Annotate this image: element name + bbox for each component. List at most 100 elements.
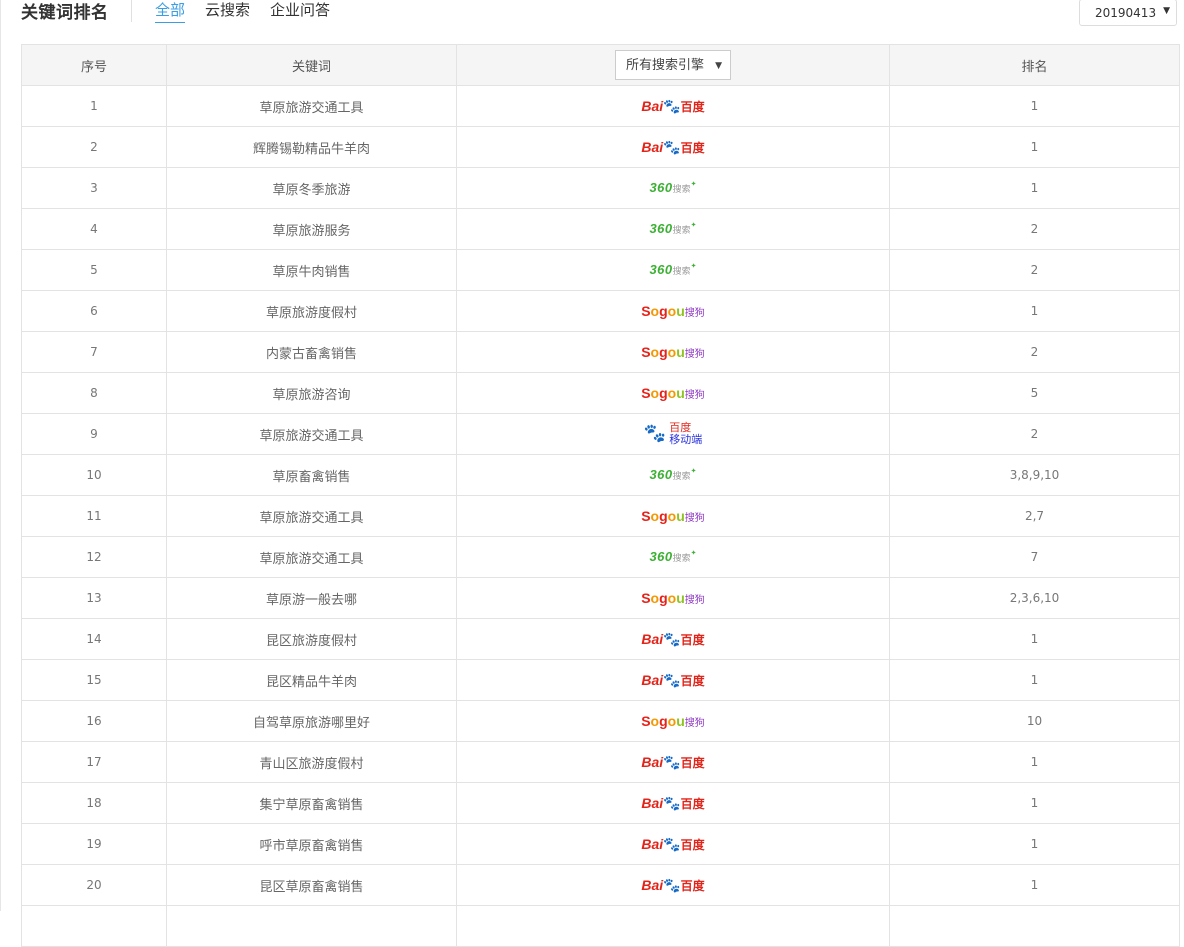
row-engine-cell: Bai🐾百度 <box>456 782 890 824</box>
row-rank-cell: 2 <box>889 249 1180 291</box>
sogou-logo: Sogou搜狗 <box>641 343 705 360</box>
360-search-logo: 360搜索✦ <box>649 467 697 482</box>
table-row: 10 草原畜禽销售 360搜索✦ 3,8,9,10 <box>21 454 1180 496</box>
sogou-logo: Sogou搜狗 <box>641 507 705 524</box>
row-engine-cell: Sogou搜狗 <box>456 495 890 537</box>
column-header-rank: 排名 <box>889 44 1180 86</box>
table-row: 8 草原旅游咨询 Sogou搜狗 5 <box>21 372 1180 414</box>
row-index-cell: 10 <box>21 454 167 496</box>
sogou-logo: Sogou搜狗 <box>641 384 705 401</box>
table-header-row: 序号 关键词 所有搜索引擎 ▼ 排名 <box>21 44 1180 86</box>
row-index-cell: 12 <box>21 536 167 578</box>
row-index-cell: 1 <box>21 85 167 127</box>
sogou-logo: Sogou搜狗 <box>641 589 705 606</box>
row-rank-cell: 3,8,9,10 <box>889 454 1180 496</box>
baidu-paw-icon: 🐾 <box>663 139 681 156</box>
row-engine-cell: 360搜索✦ <box>456 208 890 250</box>
caret-down-icon: ▼ <box>1163 6 1170 16</box>
360-star-icon: ✦ <box>690 221 697 229</box>
row-rank-cell: 2 <box>889 413 1180 455</box>
baidu-logo: Bai🐾百度 <box>641 794 705 812</box>
title-divider <box>131 0 132 22</box>
row-index-cell: 18 <box>21 782 167 824</box>
row-index-cell: 19 <box>21 823 167 865</box>
table-row: 4 草原旅游服务 360搜索✦ 2 <box>21 208 1180 250</box>
table-row: 1 草原旅游交通工具 Bai🐾百度 1 <box>21 85 1180 127</box>
row-keyword-cell: 草原冬季旅游 <box>166 167 457 209</box>
row-index-cell: 17 <box>21 741 167 783</box>
row-keyword-cell: 辉腾锡勒精品牛羊肉 <box>166 126 457 168</box>
360-search-logo: 360搜索✦ <box>649 549 697 564</box>
row-index-cell: 11 <box>21 495 167 537</box>
baidu-logo: Bai🐾百度 <box>641 835 705 853</box>
360-star-icon: ✦ <box>690 467 697 475</box>
row-rank-cell: 7 <box>889 536 1180 578</box>
row-rank-cell: 1 <box>889 85 1180 127</box>
date-select[interactable]: 20190413 ▼ <box>1079 0 1177 26</box>
row-keyword-cell: 自驾草原旅游哪里好 <box>166 700 457 742</box>
360-star-icon: ✦ <box>690 262 697 270</box>
table-row: 9 草原旅游交通工具 🐾 百度 移动端 2 <box>21 413 1180 455</box>
row-engine-cell: 🐾 百度 移动端 <box>456 413 890 455</box>
row-index-cell: 20 <box>21 864 167 906</box>
baidu-logo: Bai🐾百度 <box>641 753 705 771</box>
360-search-logo: 360搜索✦ <box>649 221 697 236</box>
baidu-paw-icon: 🐾 <box>643 423 667 444</box>
row-engine-cell: Bai🐾百度 <box>456 126 890 168</box>
row-engine-cell: 360搜索✦ <box>456 167 890 209</box>
row-rank-cell: 1 <box>889 618 1180 660</box>
row-rank-cell: 2,7 <box>889 495 1180 537</box>
row-index-cell: 3 <box>21 167 167 209</box>
baidu-paw-icon: 🐾 <box>663 877 681 894</box>
row-keyword-cell: 草原牛肉销售 <box>166 249 457 291</box>
row-engine-cell: Bai🐾百度 <box>456 659 890 701</box>
row-keyword-cell: 青山区旅游度假村 <box>166 741 457 783</box>
tab-cloud-search[interactable]: 云搜索 <box>205 0 250 23</box>
baidu-logo: Bai🐾百度 <box>641 671 705 689</box>
row-index-cell: 6 <box>21 290 167 332</box>
row-index-cell: 9 <box>21 413 167 455</box>
row-keyword-cell: 草原旅游服务 <box>166 208 457 250</box>
row-engine-cell: Sogou搜狗 <box>456 290 890 332</box>
row-index-cell: 5 <box>21 249 167 291</box>
row-engine-cell: Sogou搜狗 <box>456 331 890 373</box>
row-engine-cell: Bai🐾百度 <box>456 85 890 127</box>
column-header-index: 序号 <box>21 44 167 86</box>
row-engine-cell: Bai🐾百度 <box>456 823 890 865</box>
row-rank-cell: 1 <box>889 290 1180 332</box>
row-engine-cell: Bai🐾百度 <box>456 741 890 783</box>
table-row: 15 昆区精品牛羊肉 Bai🐾百度 1 <box>21 659 1180 701</box>
engine-filter-select[interactable]: 所有搜索引擎 ▼ <box>614 50 731 80</box>
baidu-mobile-logo: 🐾 百度 移动端 <box>643 421 703 446</box>
row-keyword-cell: 集宁草原畜禽销售 <box>166 782 457 824</box>
row-keyword-cell: 草原畜禽销售 <box>166 454 457 496</box>
table-row: 11 草原旅游交通工具 Sogou搜狗 2,7 <box>21 495 1180 537</box>
date-select-value: 20190413 <box>1095 6 1157 20</box>
row-engine-cell: Bai🐾百度 <box>456 618 890 660</box>
table-row: 7 内蒙古畜禽销售 Sogou搜狗 2 <box>21 331 1180 373</box>
table-row: 20 昆区草原畜禽销售 Bai🐾百度 1 <box>21 864 1180 906</box>
row-index-cell: 7 <box>21 331 167 373</box>
row-engine-cell: 360搜索✦ <box>456 536 890 578</box>
row-rank-cell: 1 <box>889 823 1180 865</box>
360-star-icon: ✦ <box>690 549 697 557</box>
page-left-border <box>0 0 1 911</box>
table-body: 1 草原旅游交通工具 Bai🐾百度 1 2 辉腾锡勒精品牛羊肉 Bai🐾百度 1 3 草原冬季旅游… <box>21 85 1180 947</box>
tab-all[interactable]: 全部 <box>155 0 186 23</box>
row-keyword-cell: 昆区草原畜禽销售 <box>166 864 457 906</box>
tab-bar: 全部 云搜索 企业问答 <box>155 0 350 23</box>
row-keyword-cell: 草原游一般去哪 <box>166 577 457 619</box>
tab-enterprise-qa[interactable]: 企业问答 <box>270 0 330 23</box>
baidu-logo: Bai🐾百度 <box>641 630 705 648</box>
row-rank-cell: 1 <box>889 659 1180 701</box>
table-row: 14 昆区旅游度假村 Bai🐾百度 1 <box>21 618 1180 660</box>
row-rank-cell: 1 <box>889 126 1180 168</box>
table-row: 16 自驾草原旅游哪里好 Sogou搜狗 10 <box>21 700 1180 742</box>
row-rank-cell: 2 <box>889 331 1180 373</box>
table-row: 2 辉腾锡勒精品牛羊肉 Bai🐾百度 1 <box>21 126 1180 168</box>
row-engine-cell: Sogou搜狗 <box>456 700 890 742</box>
table-row: 12 草原旅游交通工具 360搜索✦ 7 <box>21 536 1180 578</box>
baidu-paw-icon: 🐾 <box>663 836 681 853</box>
row-index-cell: 13 <box>21 577 167 619</box>
table-row-partial <box>21 905 1180 947</box>
